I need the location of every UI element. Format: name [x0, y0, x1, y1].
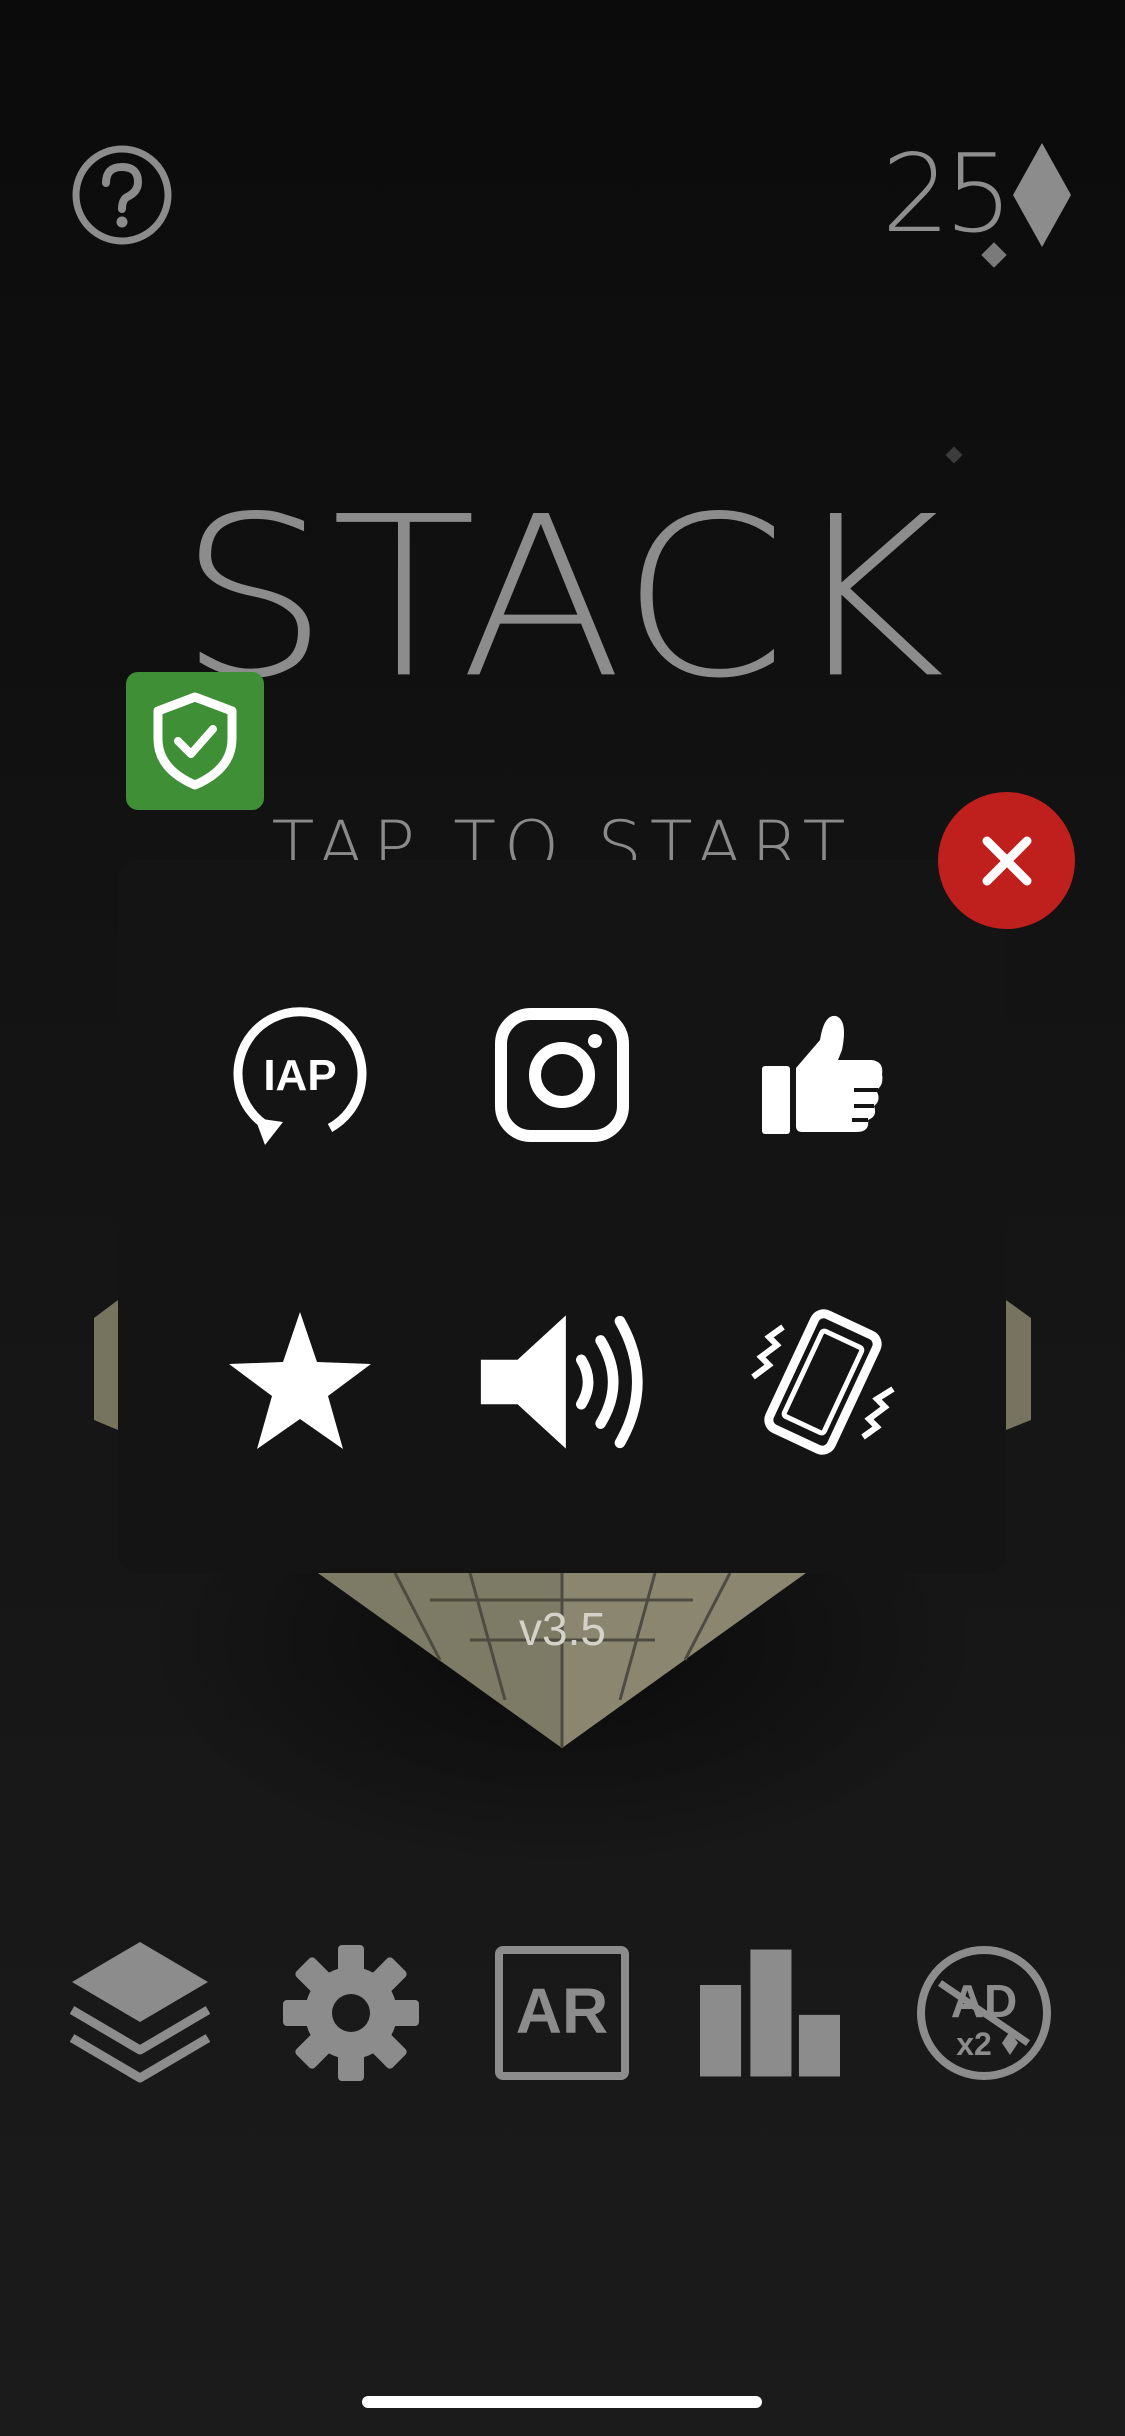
home-indicator[interactable]: [362, 2396, 762, 2408]
question-circle-icon: [72, 145, 172, 245]
vibrate-phone-icon: [751, 1309, 895, 1455]
speaker-icon: [480, 1315, 643, 1449]
ar-label: AR: [516, 1975, 608, 2047]
layers-button[interactable]: [70, 1942, 210, 2083]
version-label: v3.5: [519, 1603, 606, 1655]
ar-icon: AR: [495, 1946, 629, 2080]
options-panel: IAP: [118, 860, 1006, 1573]
gem-count: 25: [881, 132, 1013, 257]
instagram-icon: [495, 1008, 629, 1142]
ar-button[interactable]: AR: [492, 1943, 632, 2083]
instagram-button[interactable]: [477, 990, 647, 1160]
leaderboard-button[interactable]: [700, 1943, 840, 2083]
bar-chart-icon: [700, 1949, 840, 2077]
restore-purchases-button[interactable]: IAP: [215, 990, 385, 1160]
iap-label: IAP: [263, 1051, 336, 1100]
shield-check-icon: [153, 692, 237, 790]
ad-label: AD: [951, 1975, 1017, 2027]
diamond-icon: [1013, 143, 1071, 247]
like-button[interactable]: [738, 990, 908, 1160]
ad-x2-icon: AD x2: [917, 1946, 1051, 2080]
close-button[interactable]: [938, 792, 1075, 929]
ad-reward-button[interactable]: AD x2: [914, 1943, 1054, 2083]
iap-restore-icon: IAP: [233, 1007, 367, 1145]
privacy-shield-button[interactable]: [126, 672, 264, 810]
thumbs-up-icon: [762, 1015, 883, 1134]
x2-label: x2: [956, 2026, 992, 2062]
vibration-toggle[interactable]: [738, 1297, 908, 1467]
gem-counter: 25: [882, 140, 1073, 250]
close-x-icon: [982, 836, 1031, 885]
gear-icon: [283, 1945, 419, 2081]
layers-icon: [70, 1942, 210, 2083]
sound-toggle[interactable]: [477, 1297, 647, 1467]
rate-button[interactable]: [215, 1297, 385, 1467]
settings-button[interactable]: [281, 1943, 421, 2083]
help-button[interactable]: [70, 143, 174, 247]
star-icon: [229, 1312, 371, 1449]
